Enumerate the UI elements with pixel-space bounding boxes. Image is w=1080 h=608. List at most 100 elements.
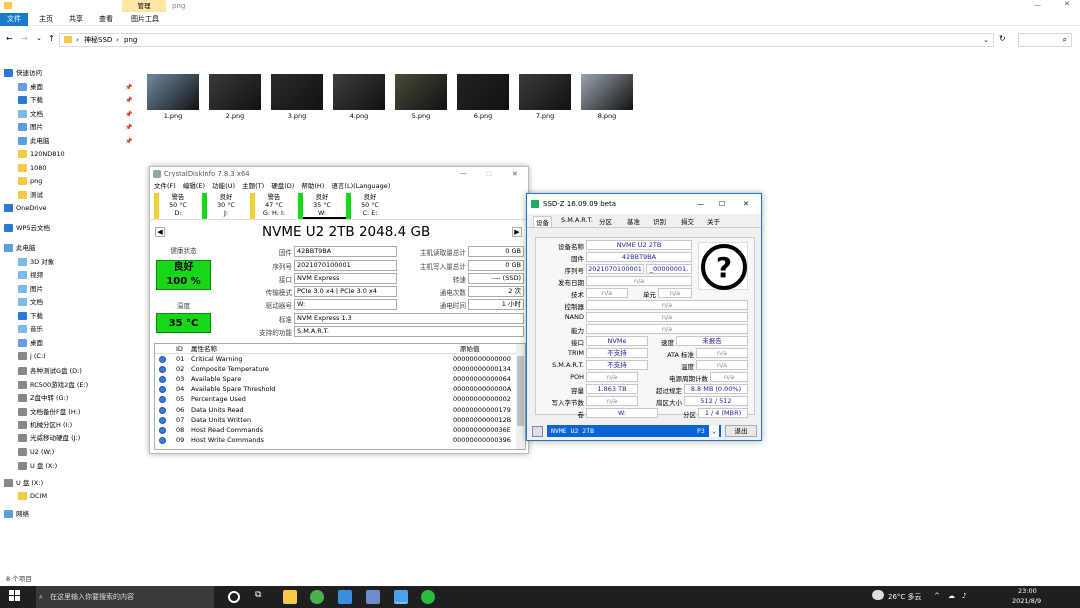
clock-time[interactable]: 23:00 (1018, 587, 1037, 595)
menu-function[interactable]: 功能(U) (212, 182, 235, 190)
exit-button[interactable]: 退出 (725, 425, 757, 437)
file-thumbnail[interactable] (581, 74, 633, 110)
drive-icon[interactable] (532, 426, 543, 437)
close-icon[interactable]: ✕ (512, 167, 518, 181)
windows-icon[interactable] (9, 590, 21, 602)
back-icon[interactable]: ← (6, 34, 13, 43)
file-thumbnail[interactable] (395, 74, 447, 110)
smart-name: Available Spare Threshold (191, 385, 276, 394)
tab-view[interactable]: 查看 (96, 14, 116, 25)
close-icon[interactable]: ✕ (1064, 0, 1070, 8)
file-name[interactable]: 6.png (457, 112, 509, 120)
minimize-icon[interactable]: — (697, 194, 704, 214)
minimize-icon[interactable]: — (460, 167, 467, 181)
file-thumbnail[interactable] (333, 74, 385, 110)
smart-row[interactable]: 03 Available Spare 00000000000064 (155, 374, 525, 384)
forward-icon[interactable]: → (21, 34, 28, 43)
smart-row[interactable]: 04 Available Spare Threshold 0000000000000… (155, 384, 525, 394)
maximize-icon[interactable]: ☐ (719, 194, 725, 214)
file-thumbnail[interactable] (209, 74, 261, 110)
prev-drive-icon[interactable]: ◀ (155, 227, 165, 237)
mail-icon[interactable] (338, 590, 352, 604)
ssdz-tab[interactable]: 识别 (651, 216, 668, 226)
scrollbar-thumb[interactable] (517, 356, 524, 426)
drive-button[interactable]: 警告 47 °C G: H: I: (250, 193, 298, 219)
close-icon[interactable]: ✕ (743, 194, 749, 214)
col-id[interactable]: ID (176, 344, 183, 354)
file-name[interactable]: 4.png (333, 112, 385, 120)
smart-row[interactable]: 01 Critical Warning 00000000000000 (155, 354, 525, 364)
smart-row[interactable]: 07 Data Units Written 0000000000012B (155, 415, 525, 425)
drive-button[interactable]: 良好 50 °C C: E: (346, 193, 394, 219)
ssdz-tab[interactable]: S.M.A.R.T. (559, 216, 595, 224)
ssdz-tab[interactable]: 关于 (705, 216, 722, 226)
clock-date[interactable]: 2021/8/9 (1012, 597, 1041, 605)
menu-language[interactable]: 语言(L)(Language) (331, 182, 390, 190)
chevron-down-icon[interactable]: ⌄ (709, 425, 719, 437)
tray-volume-icon[interactable]: ♪ (962, 592, 966, 600)
wechat-icon[interactable] (421, 590, 435, 604)
search-input[interactable]: ⌕ (1018, 33, 1072, 47)
crystaldiskinfo-icon[interactable] (394, 590, 408, 604)
tab-manage[interactable]: 管理 (122, 0, 166, 12)
refresh-icon[interactable]: ↻ (999, 34, 1006, 43)
address-input[interactable]: › 神秘SSD › png ⌄ (59, 33, 994, 47)
col-name[interactable]: 属性名称 (191, 344, 217, 354)
explorer-icon[interactable] (283, 590, 297, 604)
file-name[interactable]: 2.png (209, 112, 261, 120)
file-thumbnail[interactable] (457, 74, 509, 110)
tray-network-icon[interactable]: ☁ (948, 592, 955, 600)
up-icon[interactable]: ↑ (48, 34, 55, 43)
ssdz-tab[interactable]: 分区 (597, 216, 614, 226)
menu-theme[interactable]: 主题(T) (242, 182, 264, 190)
file-name[interactable]: 1.png (147, 112, 199, 120)
tab-home[interactable]: 主页 (36, 14, 56, 25)
file-name[interactable]: 8.png (581, 112, 633, 120)
file-name[interactable]: 7.png (519, 112, 571, 120)
smart-row[interactable]: 02 Composite Temperature 00000000000134 (155, 364, 525, 374)
smart-row[interactable]: 09 Host Write Commands 00000000000396 (155, 435, 525, 445)
menu-file[interactable]: 文件(F) (154, 182, 176, 190)
file-thumbnail[interactable] (147, 74, 199, 110)
drive-selector: 警告 50 °C D: 良好 30 °C J: 警告 47 °C G: H: I: 良好 35 °C… (150, 192, 528, 220)
menu-edit[interactable]: 编辑(E) (183, 182, 205, 190)
ssdz-tab[interactable]: 捐交 (679, 216, 696, 226)
col-raw[interactable]: 原始值 (460, 344, 480, 354)
breadcrumb-item[interactable]: png (124, 34, 137, 46)
drive-button[interactable]: 良好 35 °C W: (298, 193, 346, 219)
ssdz-tab[interactable]: 设备 (533, 216, 552, 227)
drive-select[interactable]: NVME U2 2TB P3 ⌄ (547, 425, 721, 437)
smart-row[interactable]: 08 Host Read Commands 0000000000036E (155, 425, 525, 435)
maximize-icon[interactable]: ☐ (486, 167, 492, 181)
tab-file[interactable]: 文件 (0, 13, 28, 26)
chrome-icon[interactable] (310, 590, 324, 604)
chevron-down-icon[interactable]: ⌄ (36, 34, 42, 42)
scrollbar[interactable] (516, 344, 525, 449)
file-name[interactable]: 3.png (271, 112, 323, 120)
next-drive-icon[interactable]: ▶ (512, 227, 522, 237)
smart-row[interactable]: 05 Percentage Used 00000000000002 (155, 394, 525, 404)
weather-text[interactable]: 26°C 多云 (888, 592, 922, 602)
minimize-icon[interactable]: — (1034, 1, 1041, 9)
tray-chevron-icon[interactable]: ^ (934, 592, 940, 600)
app-icon[interactable] (366, 590, 380, 604)
file-name[interactable]: 5.png (395, 112, 447, 120)
smart-id: 04 (176, 385, 185, 394)
chevron-down-icon[interactable]: ⌄ (983, 34, 989, 46)
menu-disk[interactable]: 硬盘(D) (271, 182, 294, 190)
cortana-icon[interactable] (228, 591, 240, 603)
taskbar-search[interactable]: ⌕ 在这里输入你要搜索的内容 (36, 586, 214, 608)
smart-row[interactable]: 06 Data Units Read 00000000000179 (155, 405, 525, 415)
menu-help[interactable]: 帮助(H) (301, 182, 324, 190)
task-view-icon[interactable]: ⧉ (255, 590, 269, 604)
breadcrumb-item[interactable]: 神秘SSD (84, 34, 112, 46)
ssdz-tab[interactable]: 基准 (625, 216, 642, 226)
file-thumbnail[interactable] (519, 74, 571, 110)
svg-text:?: ? (716, 251, 732, 284)
tab-picture-tools[interactable]: 图片工具 (128, 14, 162, 25)
tab-share[interactable]: 共享 (66, 14, 86, 25)
file-thumbnail[interactable] (271, 74, 323, 110)
drive-button[interactable]: 良好 30 °C J: (202, 193, 250, 219)
drive-button[interactable]: 警告 50 °C D: (154, 193, 202, 219)
info-value: ---- (SSD) (468, 273, 524, 284)
